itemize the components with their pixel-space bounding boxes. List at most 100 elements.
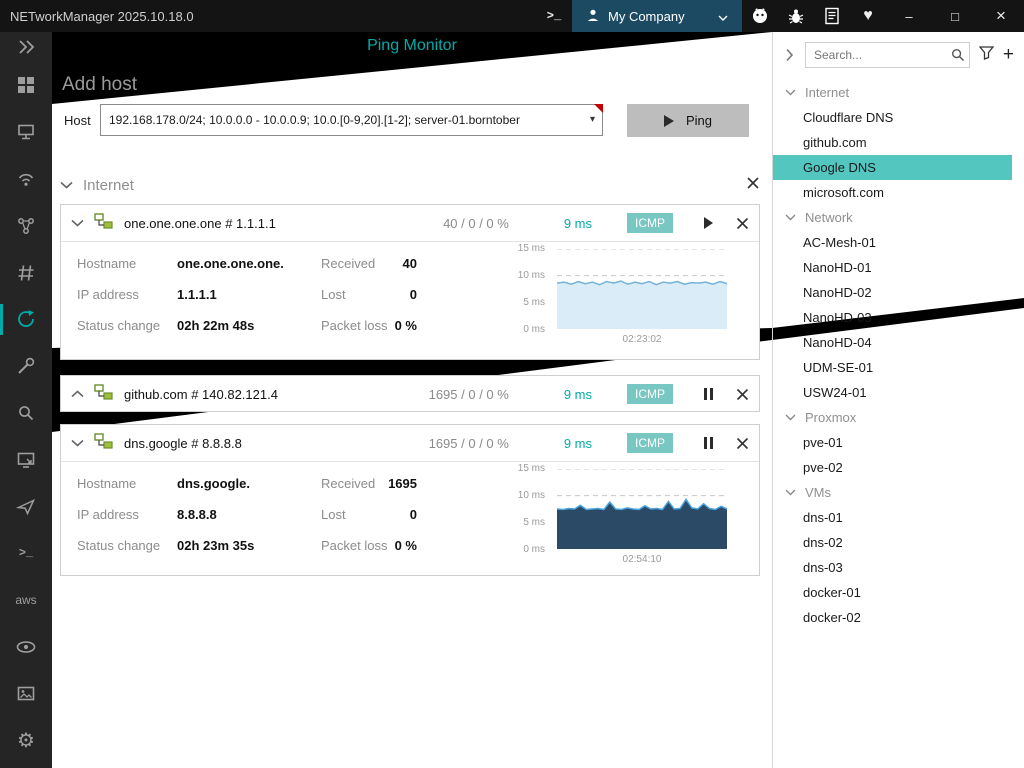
- profile-group-internet[interactable]: Internet: [773, 80, 1024, 105]
- profile-item-google-dns[interactable]: Google DNS: [773, 155, 1012, 180]
- profile-group-proxmox[interactable]: Proxmox: [773, 405, 1024, 430]
- host-label: Host: [64, 113, 91, 128]
- close-host-icon[interactable]: [736, 437, 749, 450]
- host-title: one.one.one.one # 1.1.1.1: [124, 216, 276, 231]
- profile-item-github-com[interactable]: github.com: [773, 130, 1024, 155]
- collapse-panel-icon[interactable]: [786, 49, 794, 62]
- host-network-icon: [93, 212, 115, 235]
- profile-item-dns-01[interactable]: dns-01: [773, 505, 1024, 530]
- profile-item-dns-02[interactable]: dns-02: [773, 530, 1024, 555]
- chart-time-label: 02:23:02: [557, 334, 727, 345]
- sidebar-item-discovery[interactable]: [0, 624, 52, 671]
- host-input[interactable]: [101, 105, 602, 135]
- host-card-github: github.com # 140.82.121.4 1695 / 0 / 0 %…: [60, 375, 760, 412]
- profile-selector-button[interactable]: My Company: [572, 0, 742, 32]
- profile-item-microsoft-com[interactable]: microsoft.com: [773, 180, 1024, 205]
- app-title: NETworkManager 2025.10.18.0: [10, 9, 194, 24]
- sidebar-item-remote-desktop[interactable]: [0, 436, 52, 483]
- chevron-down-icon[interactable]: [60, 181, 73, 189]
- documentation-icon[interactable]: [814, 0, 850, 32]
- profiles-tree: Internet Cloudflare DNS github.com Googl…: [773, 80, 1024, 630]
- ip-label: IP address: [77, 287, 139, 303]
- chevron-down-icon: [785, 89, 796, 96]
- github-icon[interactable]: [742, 0, 778, 32]
- profile-item-ac-mesh-01[interactable]: AC-Mesh-01: [773, 230, 1024, 255]
- packet-loss-value: 0 %: [361, 538, 417, 554]
- ping-button[interactable]: Ping: [627, 104, 749, 137]
- expand-sidebar-button[interactable]: [0, 32, 52, 62]
- profile-item-pve-01[interactable]: pve-01: [773, 430, 1024, 455]
- sidebar-item-tools[interactable]: [0, 343, 52, 390]
- lost-label: Lost: [321, 287, 346, 303]
- maximize-button[interactable]: □: [932, 0, 978, 32]
- profile-search: [805, 42, 970, 68]
- chevron-up-icon[interactable]: [71, 390, 84, 398]
- sidebar-item-port-scanner[interactable]: [0, 249, 52, 296]
- search-icon: [951, 48, 965, 67]
- profile-item-nanohd-02[interactable]: NanoHD-02: [773, 280, 1024, 305]
- profile-item-docker-01[interactable]: docker-01: [773, 580, 1024, 605]
- sidebar-item-network-interface[interactable]: [0, 109, 52, 156]
- profile-item-nanohd-03[interactable]: NanoHD-03: [773, 305, 1024, 330]
- received-value: 1695: [361, 476, 417, 492]
- profile-item-dns-03[interactable]: dns-03: [773, 555, 1024, 580]
- left-navigation-rail: >_ aws ⚙: [0, 32, 52, 768]
- chevron-down-icon[interactable]: [71, 219, 84, 227]
- add-host-heading: Add host: [62, 74, 137, 96]
- profile-item-usw24-01[interactable]: USW24-01: [773, 380, 1024, 405]
- profile-item-cloudflare-dns[interactable]: Cloudflare DNS: [773, 105, 1024, 130]
- filter-icon[interactable]: [979, 46, 994, 65]
- profiles-toolbar: +: [773, 32, 1024, 78]
- chevron-down-icon[interactable]: [71, 439, 84, 447]
- combobox-caret-icon[interactable]: ▾: [590, 114, 595, 125]
- minimize-button[interactable]: –: [886, 0, 932, 32]
- status-change-label: Status change: [77, 318, 160, 334]
- close-button[interactable]: ×: [978, 0, 1024, 32]
- sidebar-item-ping-monitor[interactable]: [0, 296, 52, 343]
- chevron-down-icon: [785, 414, 796, 421]
- donate-heart-icon[interactable]: ♥: [850, 0, 886, 32]
- packet-loss-value: 0 %: [361, 318, 417, 334]
- hostname-label: Hostname: [77, 256, 136, 272]
- search-input[interactable]: [805, 42, 970, 68]
- profile-item-nanohd-01[interactable]: NanoHD-01: [773, 255, 1024, 280]
- sidebar-item-dns-lookup[interactable]: [0, 390, 52, 437]
- profile-item-udm-se-01[interactable]: UDM-SE-01: [773, 355, 1024, 380]
- sidebar-item-console[interactable]: >_: [0, 530, 52, 577]
- profile-group-vms[interactable]: VMs: [773, 480, 1024, 505]
- settings-gear-icon[interactable]: ⚙: [0, 717, 52, 764]
- host-latency: 9 ms: [564, 216, 592, 231]
- sidebar-item-web-console[interactable]: [0, 670, 52, 717]
- sidebar-item-wifi[interactable]: [0, 156, 52, 203]
- console-icon[interactable]: >_: [536, 0, 572, 32]
- host-latency: 9 ms: [564, 436, 592, 451]
- sidebar-item-dashboard[interactable]: [0, 62, 52, 109]
- host-combobox[interactable]: ▾: [100, 104, 603, 136]
- validation-error-marker: [594, 104, 603, 113]
- status-change-label: Status change: [77, 538, 160, 554]
- profile-item-nanohd-04[interactable]: NanoHD-04: [773, 330, 1024, 355]
- ip-value: 8.8.8.8: [177, 507, 217, 523]
- close-host-icon[interactable]: [736, 388, 749, 401]
- host-card-dns-google: dns.google # 8.8.8.8 1695 / 0 / 0 % 9 ms…: [60, 424, 760, 576]
- lost-value: 0: [361, 507, 417, 523]
- pause-ping-icon[interactable]: [704, 388, 713, 400]
- sidebar-item-aws[interactable]: aws: [0, 577, 52, 624]
- pause-ping-icon[interactable]: [704, 437, 713, 449]
- bug-report-icon[interactable]: [778, 0, 814, 32]
- resume-ping-icon[interactable]: [704, 217, 713, 229]
- chevron-down-icon: [785, 489, 796, 496]
- sidebar-item-powershell[interactable]: [0, 483, 52, 530]
- profile-item-pve-02[interactable]: pve-02: [773, 455, 1024, 480]
- profile-item-docker-02[interactable]: docker-02: [773, 605, 1024, 630]
- chart-y-axis: 15 ms10 ms 5 ms0 ms: [489, 243, 545, 335]
- add-profile-icon[interactable]: +: [1003, 48, 1014, 62]
- protocol-badge: ICMP: [627, 384, 673, 404]
- host-stats: 1695 / 0 / 0 %: [429, 387, 509, 402]
- profile-group-network[interactable]: Network: [773, 205, 1024, 230]
- sidebar-item-ip-scanner[interactable]: [0, 202, 52, 249]
- group-close-icon[interactable]: [746, 176, 760, 195]
- host-card-header: dns.google # 8.8.8.8 1695 / 0 / 0 % 9 ms…: [61, 425, 759, 461]
- close-host-icon[interactable]: [736, 217, 749, 230]
- hostname-value: dns.google.: [177, 476, 250, 492]
